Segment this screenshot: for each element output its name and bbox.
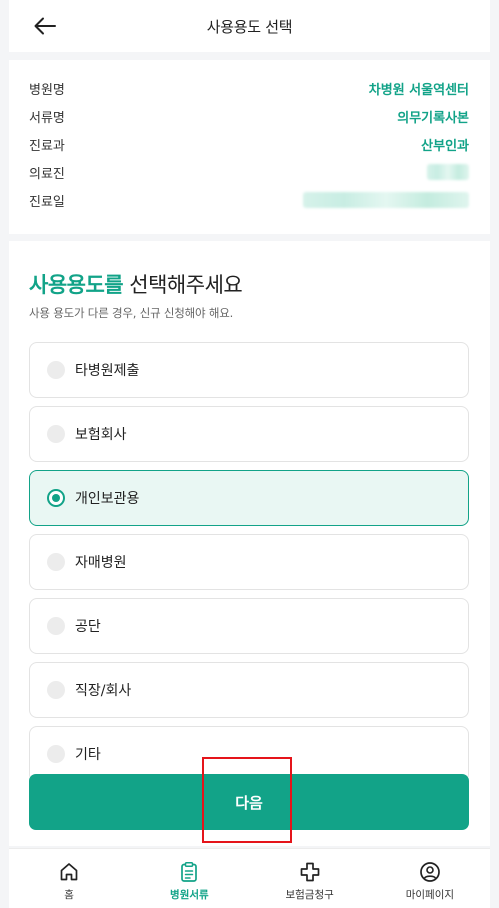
info-value: 산부인과	[421, 138, 469, 154]
redacted-value	[303, 192, 469, 208]
nav-item-home[interactable]: 홈	[9, 849, 129, 908]
nav-label: 마이페이지	[405, 889, 455, 901]
next-button[interactable]: 다음	[29, 774, 469, 830]
option-public-corp[interactable]: 공단	[29, 598, 469, 654]
option-label: 보험회사	[75, 427, 127, 443]
option-insurance[interactable]: 보험회사	[29, 406, 469, 462]
option-personal[interactable]: 개인보관용	[29, 470, 469, 526]
selection-title: 사용용도를 선택해주세요	[29, 269, 243, 299]
info-row-doctor: 의료진	[29, 158, 469, 186]
option-label: 공단	[75, 619, 101, 635]
option-label: 자매병원	[75, 555, 127, 571]
option-label: 직장/회사	[75, 683, 132, 699]
nav-item-insurance-claim[interactable]: 보험금청구	[250, 849, 370, 908]
app-screen: 사용용도 선택 병원명 차병원 서울역센터 서류명 의무기록사본 진료과 산부인…	[0, 0, 499, 908]
option-other-hospital[interactable]: 타병원제출	[29, 342, 469, 398]
option-label: 기타	[75, 747, 101, 763]
selection-title-accent: 사용용도를	[29, 273, 124, 297]
option-sister-hospital[interactable]: 자매병원	[29, 534, 469, 590]
arrow-left-icon	[34, 17, 56, 35]
info-value: 차병원 서울역센터	[368, 82, 469, 98]
radio-icon	[47, 553, 65, 571]
header: 사용용도 선택	[9, 0, 490, 52]
bottom-nav: 홈 병원서류 보험금청구 마이페이지	[9, 848, 490, 908]
user-circle-icon	[420, 862, 440, 882]
radio-icon	[47, 425, 65, 443]
plus-cross-icon	[300, 862, 319, 882]
info-row-document: 서류명 의무기록사본	[29, 102, 469, 130]
radio-icon	[47, 745, 65, 763]
radio-checked-icon	[47, 489, 65, 507]
back-button[interactable]	[29, 10, 61, 42]
nav-label: 홈	[64, 889, 74, 901]
nav-label: 병원서류	[170, 889, 209, 901]
option-label: 개인보관용	[75, 491, 140, 507]
info-label: 병원명	[29, 82, 65, 98]
nav-item-mypage[interactable]: 마이페이지	[370, 849, 490, 908]
redacted-value	[427, 164, 469, 180]
info-value: 의무기록사본	[397, 110, 469, 126]
purpose-selection-card: 사용용도를 선택해주세요 사용 용도가 다른 경우, 신규 신청해야 해요. 타…	[9, 241, 490, 846]
clipboard-icon	[181, 862, 198, 882]
info-row-date: 진료일	[29, 186, 469, 214]
nav-item-documents[interactable]: 병원서류	[129, 849, 249, 908]
selection-subtitle: 사용 용도가 다른 경우, 신규 신청해야 해요.	[29, 306, 234, 320]
option-label: 타병원제출	[75, 363, 140, 379]
radio-icon	[47, 681, 65, 699]
document-info-card: 병원명 차병원 서울역센터 서류명 의무기록사본 진료과 산부인과 의료진 진료…	[9, 60, 490, 234]
info-label: 진료과	[29, 138, 65, 154]
info-label: 서류명	[29, 110, 65, 126]
home-icon	[60, 863, 78, 881]
info-label: 의료진	[29, 166, 65, 182]
info-row-department: 진료과 산부인과	[29, 130, 469, 158]
selection-title-rest: 선택해주세요	[123, 273, 243, 297]
purpose-options: 타병원제출 보험회사 개인보관용 자매병원 공단 직장/회사 기타	[29, 342, 469, 790]
radio-icon	[47, 361, 65, 379]
page-title: 사용용도 선택	[206, 17, 293, 36]
radio-icon	[47, 617, 65, 635]
info-label: 진료일	[29, 194, 65, 210]
option-workplace[interactable]: 직장/회사	[29, 662, 469, 718]
nav-label: 보험금청구	[285, 889, 334, 901]
info-row-hospital: 병원명 차병원 서울역센터	[29, 74, 469, 102]
